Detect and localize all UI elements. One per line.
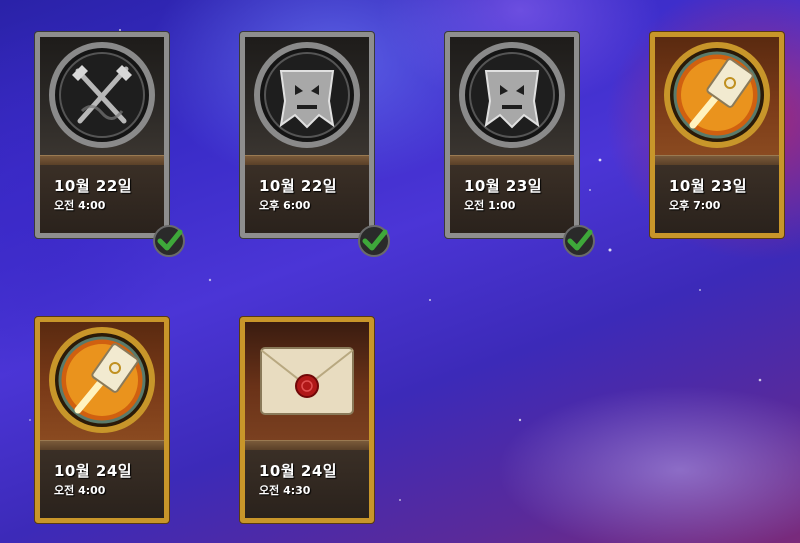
event-card-6[interactable]: 10월 24일 오전 4:30: [240, 317, 374, 523]
event-card-1[interactable]: 10월 22일 오전 4:00: [35, 32, 169, 238]
event-card-3[interactable]: 10월 23일 오전 1:00: [445, 32, 579, 238]
event-date: 10월 23일: [669, 177, 748, 195]
event-time: 오전 4:00: [54, 199, 106, 212]
card-info-panel: 10월 24일 오전 4:30: [245, 450, 369, 518]
event-date: 10월 23일: [464, 177, 543, 195]
checkmark-icon: [563, 225, 595, 257]
card-info-panel: 10월 22일 오후 6:00: [245, 165, 369, 233]
event-time: 오전 4:30: [259, 484, 311, 497]
event-time: 오전 1:00: [464, 199, 516, 212]
card-art: [655, 37, 779, 155]
event-card-4[interactable]: 10월 23일 오후 7:00: [650, 32, 784, 238]
card-info-panel: 10월 22일 오전 4:00: [40, 165, 164, 233]
sealed-letter-icon: [260, 347, 354, 415]
card-art: [245, 37, 369, 155]
golden-hammer-icon: [49, 327, 155, 433]
card-info-panel: 10월 23일 오후 7:00: [655, 165, 779, 233]
checkmark-icon: [358, 225, 390, 257]
card-art: [40, 37, 164, 155]
horde-banner-icon: [459, 42, 565, 148]
golden-hammer-icon: [664, 42, 770, 148]
card-art: [450, 37, 574, 155]
horde-banner-icon: [254, 42, 360, 148]
card-info-panel: 10월 24일 오전 4:00: [40, 450, 164, 518]
event-date: 10월 22일: [54, 177, 133, 195]
checkmark-icon: [153, 225, 185, 257]
card-info-panel: 10월 23일 오전 1:00: [450, 165, 574, 233]
event-date: 10월 24일: [259, 462, 338, 480]
card-art: [245, 322, 369, 440]
event-date: 10월 24일: [54, 462, 133, 480]
event-time: 오후 6:00: [259, 199, 311, 212]
event-time: 오전 4:00: [54, 484, 106, 497]
crossed-swords-icon: [49, 42, 155, 148]
event-date: 10월 22일: [259, 177, 338, 195]
event-time: 오후 7:00: [669, 199, 721, 212]
event-card-2[interactable]: 10월 22일 오후 6:00: [240, 32, 374, 238]
card-art: [40, 322, 164, 440]
event-card-5[interactable]: 10월 24일 오전 4:00: [35, 317, 169, 523]
